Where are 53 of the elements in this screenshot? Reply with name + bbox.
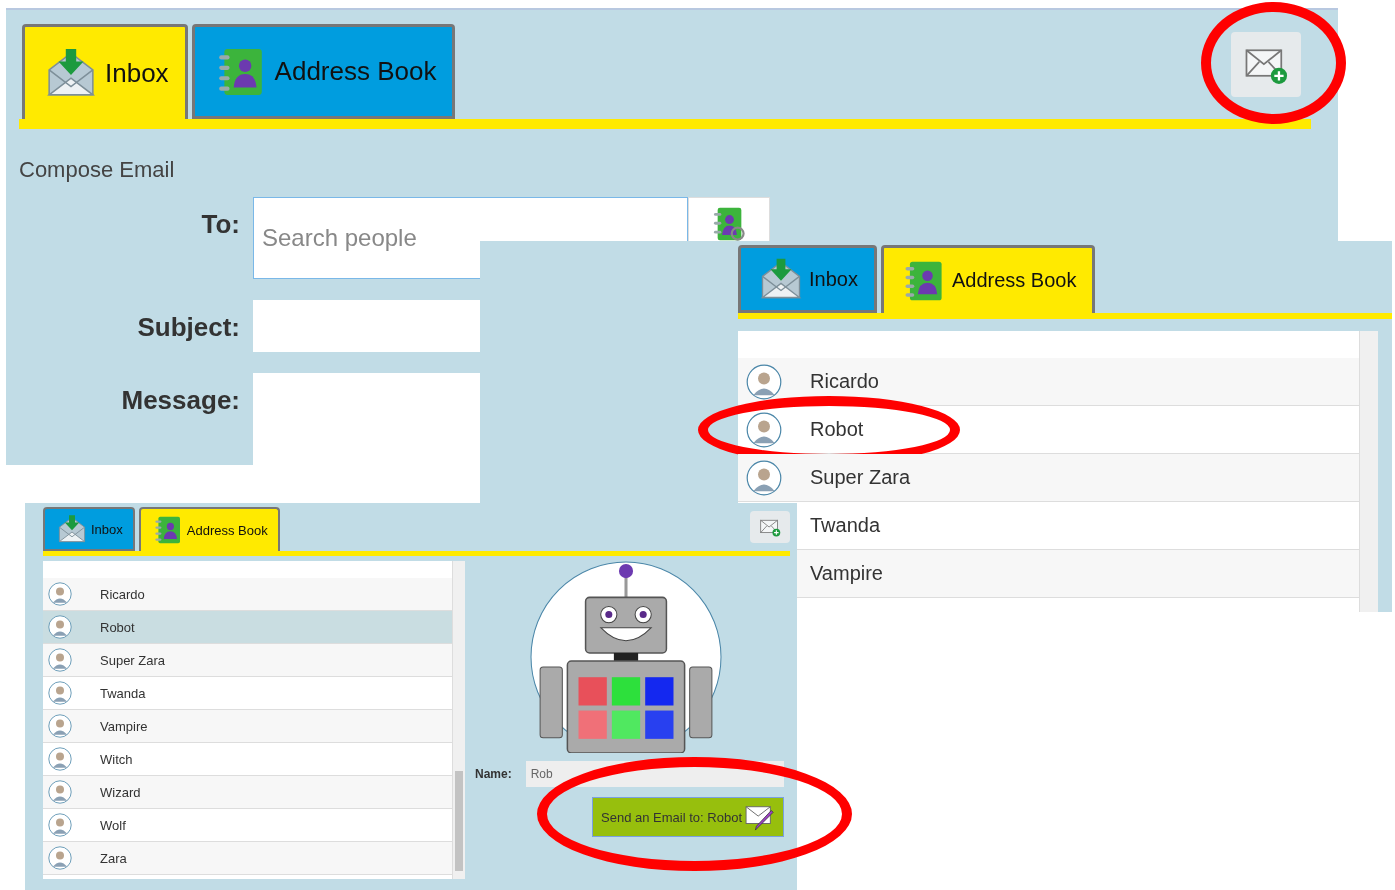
- tab[interactable]: Inbox: [22, 24, 188, 119]
- contact-row[interactable]: Wizard: [43, 776, 452, 809]
- tab[interactable]: Inbox: [43, 507, 135, 551]
- contact-row[interactable]: Robot: [43, 611, 452, 644]
- contact-name: Witch: [100, 751, 133, 767]
- field-label: Message:: [120, 384, 240, 417]
- avatar-icon: [746, 459, 782, 496]
- tab[interactable]: Address Book: [138, 507, 280, 551]
- contact-name: Vampire: [810, 562, 883, 585]
- avatar-icon: [48, 780, 72, 804]
- contact-row[interactable]: Ricardo: [43, 578, 452, 611]
- contact-name: Zara: [100, 850, 127, 866]
- avatar-icon: [48, 846, 72, 870]
- contact-row[interactable]: Vampire: [43, 710, 452, 743]
- tab[interactable]: Address Book: [191, 24, 456, 119]
- contact-row[interactable]: Ricardo: [738, 358, 1359, 406]
- address-book-icon: [152, 515, 183, 545]
- tab[interactable]: Address Book: [880, 245, 1096, 313]
- send-email-button[interactable]: Send an Email to: Robot: [592, 797, 784, 837]
- contact-name: Twanda: [100, 685, 146, 701]
- tab[interactable]: Inbox: [738, 245, 877, 313]
- compose-button[interactable]: [750, 511, 790, 543]
- contact-name: Super Zara: [810, 466, 911, 489]
- compose-heading: Compose Email: [19, 157, 176, 183]
- envelope-pencil-icon: [745, 803, 777, 831]
- avatar-icon: [48, 714, 72, 738]
- avatar-icon: [48, 747, 72, 771]
- scrollbar[interactable]: [452, 561, 465, 879]
- contact-name: Robot: [100, 619, 135, 635]
- contact-name: Robot: [810, 418, 864, 441]
- contact-row[interactable]: Zara: [43, 842, 452, 875]
- avatar-icon: [48, 648, 72, 672]
- contact-name: Super Zara: [100, 652, 166, 668]
- avatar-icon: [48, 582, 72, 606]
- contact-name: Twanda: [810, 514, 881, 537]
- contact-name: Wolf: [100, 817, 126, 833]
- contact-name: Vampire: [100, 718, 148, 734]
- scrollbar[interactable]: [1359, 331, 1378, 612]
- avatar-icon: [48, 813, 72, 837]
- contact-name: Wizard: [100, 784, 141, 800]
- contact-name: Ricardo: [810, 370, 879, 393]
- contact-row[interactable]: Super Zara: [43, 644, 452, 677]
- field-label: To:: [200, 208, 240, 241]
- contact-row[interactable]: Super Zara: [738, 454, 1359, 502]
- field-label: Subject:: [136, 311, 240, 344]
- avatar-icon: [746, 363, 782, 400]
- contact-name: Ricardo: [100, 586, 145, 602]
- name-label: Name:: [475, 767, 512, 781]
- compose-button[interactable]: [1231, 32, 1301, 97]
- inbox-icon: [57, 514, 87, 544]
- avatar-icon: [746, 411, 782, 448]
- avatar-icon: [48, 681, 72, 705]
- avatar-icon: [48, 615, 72, 639]
